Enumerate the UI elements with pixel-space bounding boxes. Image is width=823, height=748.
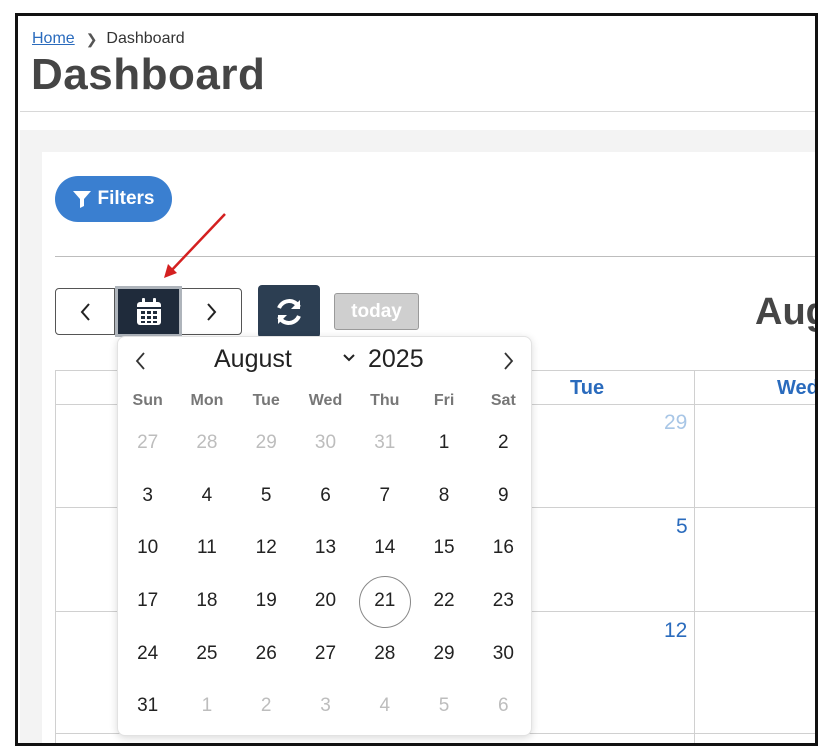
picker-week-row: 24 25 26 27 28 29 30 xyxy=(118,628,533,681)
picker-day[interactable]: 3 xyxy=(296,680,355,733)
chevron-left-icon xyxy=(135,352,145,370)
picker-day[interactable]: 20 xyxy=(296,575,355,628)
weekday-label: Thu xyxy=(370,392,400,409)
picker-day[interactable]: 4 xyxy=(355,680,414,733)
calendar-icon xyxy=(136,297,161,325)
chevron-down-icon[interactable] xyxy=(342,353,356,363)
picker-day[interactable]: 28 xyxy=(355,628,414,681)
today-button[interactable]: today xyxy=(334,293,419,330)
picker-day[interactable]: 18 xyxy=(177,575,236,628)
refresh-button[interactable] xyxy=(258,285,320,338)
picker-day-rows: 27 28 29 30 31 1 2 3 4 5 6 7 8 9 10 11 12 13 14 15 16 17 18 19 2… xyxy=(118,417,533,733)
day-number-link[interactable]: 5 xyxy=(676,515,688,539)
chevron-left-icon xyxy=(80,302,90,321)
picker-day[interactable]: 27 xyxy=(296,628,355,681)
picker-day[interactable]: 22 xyxy=(414,575,473,628)
weekday-label: Sun xyxy=(132,392,163,409)
weekday-label: Sat xyxy=(490,392,516,409)
picker-day[interactable]: 16 xyxy=(474,522,533,575)
picker-day[interactable]: 14 xyxy=(355,522,414,575)
picker-day[interactable]: 4 xyxy=(177,470,236,523)
refresh-icon xyxy=(277,298,301,325)
picker-day[interactable]: 23 xyxy=(474,575,533,628)
picker-day[interactable]: 29 xyxy=(414,628,473,681)
weekday-label: Mon xyxy=(190,392,224,409)
picker-day[interactable]: 25 xyxy=(177,628,236,681)
day-number-link[interactable]: 12 xyxy=(664,619,687,643)
picker-day[interactable]: 17 xyxy=(118,575,177,628)
picker-day[interactable]: 1 xyxy=(177,680,236,733)
picker-day[interactable]: 26 xyxy=(237,628,296,681)
picker-week-row: 27 28 29 30 31 1 2 xyxy=(118,417,533,470)
weekday-label: Fri xyxy=(433,392,455,409)
picker-day[interactable]: 5 xyxy=(414,680,473,733)
picker-day[interactable]: 2 xyxy=(474,417,533,470)
picker-day[interactable]: 1 xyxy=(414,417,473,470)
picker-day[interactable]: 15 xyxy=(414,522,473,575)
picker-day[interactable]: 2 xyxy=(237,680,296,733)
picker-day[interactable]: 29 xyxy=(237,417,296,470)
picker-week-row: 31 1 2 3 4 5 6 xyxy=(118,680,533,733)
picker-previous-month-button[interactable] xyxy=(128,349,152,373)
picker-day[interactable]: 30 xyxy=(474,628,533,681)
picker-day[interactable]: 31 xyxy=(118,680,177,733)
picker-next-month-button[interactable] xyxy=(497,349,521,373)
chevron-right-icon xyxy=(504,352,514,370)
picker-day[interactable]: 11 xyxy=(177,522,236,575)
column-header-tue: Tue xyxy=(570,377,605,399)
picker-day[interactable]: 27 xyxy=(118,417,177,470)
picker-day[interactable]: 9 xyxy=(474,470,533,523)
picker-month-select[interactable]: August xyxy=(214,345,292,374)
picker-week-row: 10 11 12 13 14 15 16 xyxy=(118,522,533,575)
picker-day[interactable]: 10 xyxy=(118,522,177,575)
column-header-wed: Wed xyxy=(777,377,815,399)
day-number-link[interactable]: 29 xyxy=(664,411,687,435)
picker-day[interactable]: 30 xyxy=(296,417,355,470)
picker-day[interactable]: 3 xyxy=(118,470,177,523)
picker-day[interactable]: 5 xyxy=(237,470,296,523)
weekday-label: Wed xyxy=(308,392,343,409)
picker-week-row: 17 18 19 20 21 22 23 xyxy=(118,575,533,628)
picker-week-row: 3456789 xyxy=(118,470,533,523)
picker-day[interactable]: 31 xyxy=(355,417,414,470)
chevron-right-icon xyxy=(206,302,216,321)
picker-day[interactable]: 13 xyxy=(296,522,355,575)
picker-day[interactable]: 28 xyxy=(177,417,236,470)
picker-day[interactable]: 19 xyxy=(237,575,296,628)
annotation-arrow-icon xyxy=(164,213,226,278)
picker-day[interactable]: 6 xyxy=(296,470,355,523)
date-picker-popup: August 2025 Sun Mon Tue Wed Thu Fri Sat xyxy=(117,336,532,736)
picker-day[interactable]: 6 xyxy=(474,680,533,733)
picker-day[interactable]: 12 xyxy=(237,522,296,575)
screenshot-frame: Home ❯ Dashboard Dashboard Filters today… xyxy=(15,13,818,746)
weekday-label: Tue xyxy=(252,392,280,409)
picker-days-grid: Sun Mon Tue Wed Thu Fri Sat 27 28 29 30 31 1 2… xyxy=(118,385,533,733)
picker-weekday-row: Sun Mon Tue Wed Thu Fri Sat xyxy=(118,385,533,417)
grid-line xyxy=(694,371,695,743)
picker-day[interactable]: 24 xyxy=(118,628,177,681)
picker-day[interactable]: 7 xyxy=(355,470,414,523)
picker-year-input[interactable]: 2025 xyxy=(368,345,424,374)
picker-day[interactable]: 21 xyxy=(355,575,414,628)
picker-day[interactable]: 8 xyxy=(414,470,473,523)
calendar-month-title: Aug xyxy=(755,291,815,333)
